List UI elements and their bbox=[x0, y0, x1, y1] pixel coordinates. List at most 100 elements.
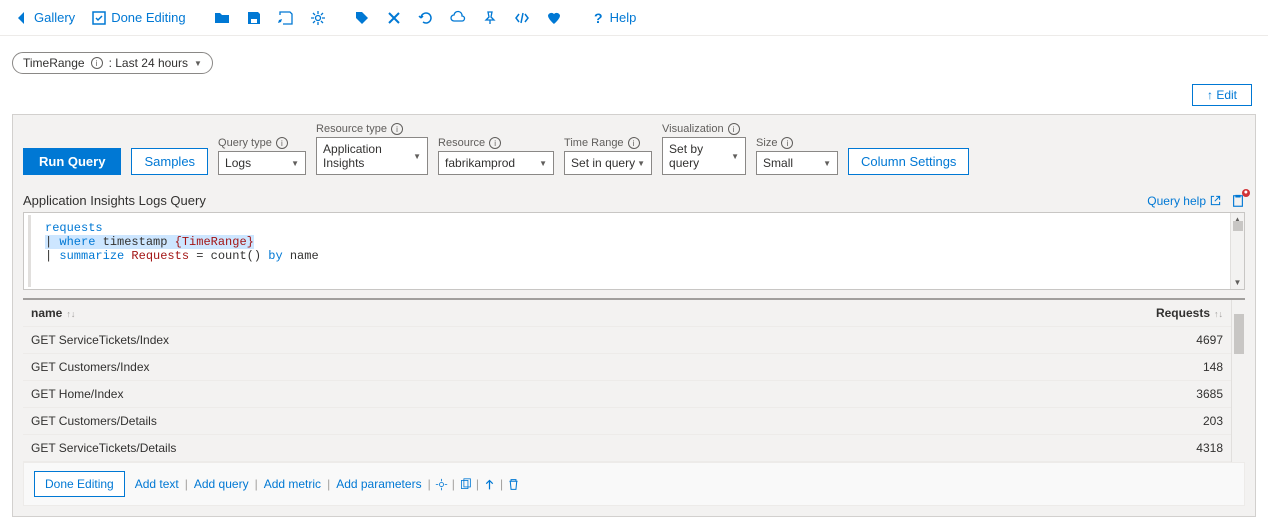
gear-icon bbox=[310, 10, 326, 26]
chevron-down-icon: ▼ bbox=[194, 59, 202, 68]
add-metric-link[interactable]: Add metric bbox=[262, 477, 323, 491]
gallery-label: Gallery bbox=[34, 10, 75, 25]
code-icon bbox=[514, 10, 530, 26]
close-icon-button[interactable] bbox=[380, 6, 408, 30]
notification-badge: ● bbox=[1242, 189, 1250, 197]
add-query-link[interactable]: Add query bbox=[192, 477, 251, 491]
folder-icon bbox=[214, 10, 230, 26]
help-button[interactable]: ? Help bbox=[584, 6, 643, 30]
query-editor-container: requests | where timestamp {TimeRange} |… bbox=[23, 212, 1245, 290]
resource-label: Resourcei bbox=[438, 137, 554, 149]
cloud-icon bbox=[450, 10, 466, 26]
results-header-row: name↑↓ Requests↑↓ bbox=[23, 300, 1231, 327]
done-editing-icon bbox=[91, 10, 107, 26]
external-link-icon bbox=[1210, 195, 1221, 206]
chevron-down-icon: ▼ bbox=[823, 159, 831, 168]
timerange-dropdown[interactable]: Set in query▼ bbox=[564, 151, 652, 175]
edit-icon-button[interactable] bbox=[348, 6, 376, 30]
tag-icon bbox=[354, 10, 370, 26]
query-help-link[interactable]: Query help bbox=[1147, 194, 1221, 208]
delete-mini-icon[interactable] bbox=[507, 478, 520, 491]
scroll-thumb[interactable] bbox=[1234, 314, 1244, 354]
copy-mini-icon[interactable] bbox=[459, 478, 472, 491]
chevron-down-icon: ▼ bbox=[413, 152, 421, 161]
save-as-icon-button[interactable] bbox=[272, 6, 300, 30]
heart-icon-button[interactable] bbox=[540, 6, 568, 30]
run-query-button[interactable]: Run Query bbox=[23, 148, 121, 175]
heart-icon bbox=[546, 10, 562, 26]
results-scrollbar[interactable] bbox=[1231, 300, 1245, 462]
size-label: Sizei bbox=[756, 137, 838, 149]
size-dropdown[interactable]: Small▼ bbox=[756, 151, 838, 175]
resource-type-dropdown[interactable]: Application Insights▼ bbox=[316, 137, 428, 175]
bottom-edit-bar: Done Editing Add text| Add query| Add me… bbox=[23, 462, 1245, 506]
parameter-area: TimeRange i : Last 24 hours ▼ bbox=[0, 36, 1268, 84]
chevron-down-icon: ▼ bbox=[291, 159, 299, 168]
top-toolbar: Gallery Done Editing ? Help bbox=[0, 0, 1268, 36]
table-row[interactable]: GET ServiceTickets/Index4697 bbox=[23, 327, 1231, 354]
add-parameters-link[interactable]: Add parameters bbox=[334, 477, 423, 491]
query-config-panel: Run Query Samples Query typei Logs▼ Reso… bbox=[12, 114, 1256, 517]
save-icon bbox=[246, 10, 262, 26]
table-row[interactable]: GET Home/Index3685 bbox=[23, 381, 1231, 408]
info-icon: i bbox=[391, 123, 403, 135]
settings-icon-button[interactable] bbox=[304, 6, 332, 30]
sort-icon: ↑↓ bbox=[1214, 309, 1223, 319]
table-row[interactable]: GET ServiceTickets/Details4318 bbox=[23, 435, 1231, 462]
refresh-icon-button[interactable] bbox=[412, 6, 440, 30]
info-icon: i bbox=[781, 137, 793, 149]
done-editing-top-button[interactable]: Done Editing bbox=[85, 6, 191, 30]
code-icon-button[interactable] bbox=[508, 6, 536, 30]
x-icon bbox=[386, 10, 402, 26]
scroll-thumb[interactable] bbox=[1233, 221, 1243, 231]
column-settings-button[interactable]: Column Settings bbox=[848, 148, 969, 175]
scroll-down-icon: ▼ bbox=[1234, 278, 1242, 287]
help-icon: ? bbox=[590, 10, 606, 26]
query-section-title: Application Insights Logs Query bbox=[23, 193, 206, 208]
back-arrow-icon bbox=[14, 10, 30, 26]
chevron-down-icon: ▼ bbox=[539, 159, 547, 168]
info-icon: i bbox=[91, 57, 103, 69]
pin-icon bbox=[482, 10, 498, 26]
cloud-icon-button[interactable] bbox=[444, 6, 472, 30]
visualization-label: Visualizationi bbox=[662, 123, 746, 135]
table-row[interactable]: GET Customers/Details203 bbox=[23, 408, 1231, 435]
pin-icon-button[interactable] bbox=[476, 6, 504, 30]
timerange-pill-label: TimeRange bbox=[23, 56, 85, 70]
sort-icon: ↑↓ bbox=[66, 309, 75, 319]
svg-text:?: ? bbox=[594, 10, 603, 26]
save-icon-button[interactable] bbox=[240, 6, 268, 30]
open-icon-button[interactable] bbox=[208, 6, 236, 30]
query-type-dropdown[interactable]: Logs▼ bbox=[218, 151, 306, 175]
gallery-button[interactable]: Gallery bbox=[8, 6, 81, 30]
column-header-name[interactable]: name↑↓ bbox=[23, 300, 1111, 326]
samples-button[interactable]: Samples bbox=[131, 148, 208, 175]
notifications-icon-button[interactable]: ● bbox=[1231, 194, 1245, 208]
info-icon: i bbox=[276, 137, 288, 149]
chevron-down-icon: ▼ bbox=[637, 159, 645, 168]
done-editing-bottom-button[interactable]: Done Editing bbox=[34, 471, 125, 497]
done-editing-top-label: Done Editing bbox=[111, 10, 185, 25]
query-editor[interactable]: requests | where timestamp {TimeRange} |… bbox=[28, 215, 1230, 287]
info-icon: i bbox=[489, 137, 501, 149]
resource-dropdown[interactable]: fabrikamprod▼ bbox=[438, 151, 554, 175]
timerange-parameter-pill[interactable]: TimeRange i : Last 24 hours ▼ bbox=[12, 52, 213, 74]
edit-button-row: ↑ Edit bbox=[0, 84, 1268, 114]
settings-mini-icon[interactable] bbox=[435, 478, 448, 491]
info-icon: i bbox=[728, 123, 740, 135]
save-as-icon bbox=[278, 10, 294, 26]
query-type-label: Query typei bbox=[218, 137, 306, 149]
results-table: name↑↓ Requests↑↓ GET ServiceTickets/Ind… bbox=[23, 298, 1245, 462]
edit-button[interactable]: ↑ Edit bbox=[1192, 84, 1252, 106]
add-text-link[interactable]: Add text bbox=[133, 477, 181, 491]
timerange-pill-value: : Last 24 hours bbox=[109, 56, 188, 70]
info-icon: i bbox=[628, 137, 640, 149]
move-up-mini-icon[interactable] bbox=[483, 478, 496, 491]
timerange-label: Time Rangei bbox=[564, 137, 652, 149]
chevron-down-icon: ▼ bbox=[731, 152, 739, 161]
visualization-dropdown[interactable]: Set by query▼ bbox=[662, 137, 746, 175]
editor-scrollbar[interactable]: ▲ ▼ bbox=[1230, 213, 1244, 289]
table-row[interactable]: GET Customers/Index148 bbox=[23, 354, 1231, 381]
column-header-requests[interactable]: Requests↑↓ bbox=[1111, 300, 1231, 326]
refresh-icon bbox=[418, 10, 434, 26]
